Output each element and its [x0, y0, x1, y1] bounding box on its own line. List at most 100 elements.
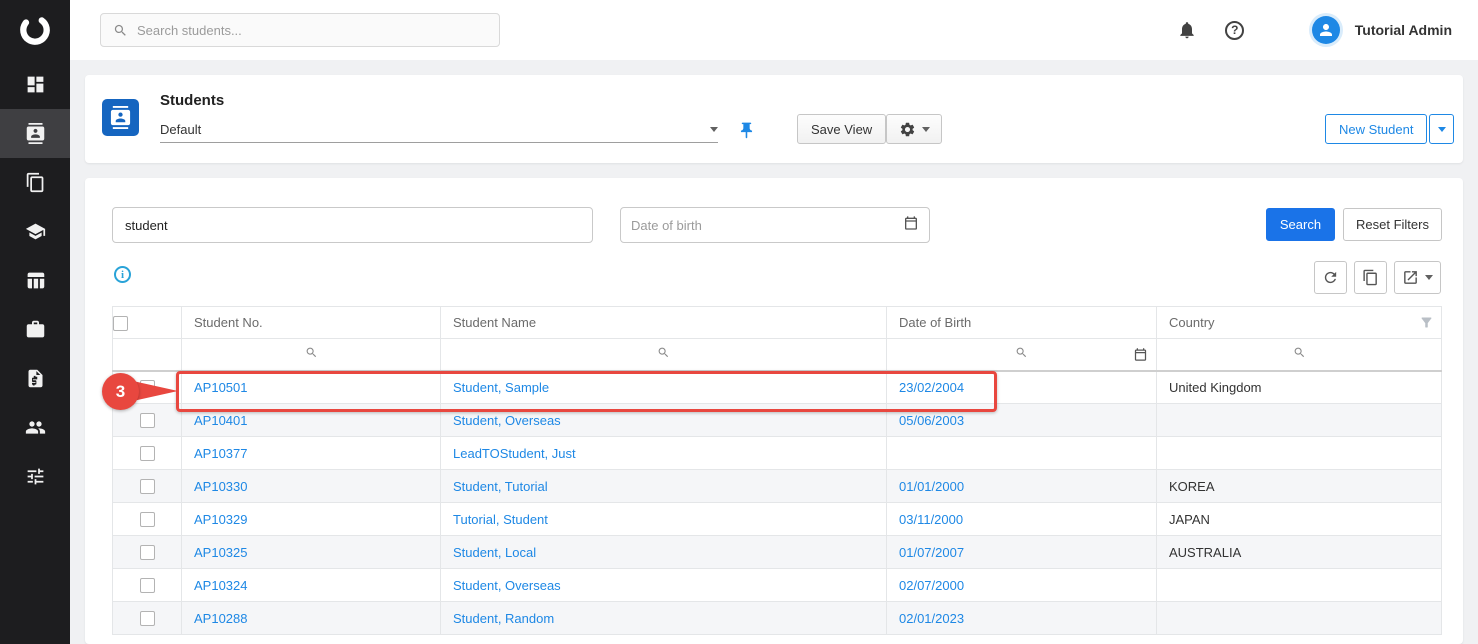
- view-settings-button[interactable]: [886, 114, 942, 144]
- user-name[interactable]: Tutorial Admin: [1355, 22, 1452, 38]
- avatar-person-icon: [1312, 16, 1340, 44]
- students-module-icon: [102, 99, 139, 136]
- row-checkbox[interactable]: [140, 578, 155, 593]
- search-icon: [657, 346, 670, 359]
- global-search-input[interactable]: [137, 23, 487, 38]
- student-name-cell: LeadTOStudent, Just: [441, 437, 887, 470]
- student-no-link[interactable]: AP10330: [194, 479, 248, 494]
- save-view-button[interactable]: Save View: [797, 114, 886, 144]
- filter-funnel-icon[interactable]: [1419, 315, 1434, 330]
- student-name-link[interactable]: Tutorial, Student: [453, 512, 548, 527]
- column-header-student-name[interactable]: Student Name: [441, 307, 887, 339]
- student-no-link[interactable]: AP10501: [194, 380, 248, 395]
- sidebar-item-invoices[interactable]: [0, 354, 70, 403]
- filter-cell-dob[interactable]: [887, 339, 1157, 371]
- student-no-cell: AP10324: [182, 569, 441, 602]
- country-cell: [1157, 569, 1442, 602]
- student-name-link[interactable]: Student, Random: [453, 611, 554, 626]
- dob-link[interactable]: 01/01/2000: [899, 479, 964, 494]
- filter-cell-student-no[interactable]: [182, 339, 441, 371]
- sidebar-item-settings[interactable]: [0, 452, 70, 501]
- help-button[interactable]: ?: [1219, 14, 1251, 46]
- student-no-link[interactable]: AP10401: [194, 413, 248, 428]
- avatar[interactable]: [1309, 13, 1343, 47]
- sidebar-item-courses[interactable]: [0, 207, 70, 256]
- dob-link[interactable]: 01/07/2007: [899, 545, 964, 560]
- row-checkbox[interactable]: [140, 413, 155, 428]
- search-icon: [305, 346, 318, 359]
- student-no-link[interactable]: AP10329: [194, 512, 248, 527]
- row-checkbox[interactable]: [140, 479, 155, 494]
- row-checkbox[interactable]: [140, 446, 155, 461]
- column-header-dob[interactable]: Date of Birth: [887, 307, 1157, 339]
- country-cell: [1157, 404, 1442, 437]
- student-no-link[interactable]: AP10324: [194, 578, 248, 593]
- keyword-filter-input[interactable]: [112, 207, 593, 243]
- sidebar-item-agents[interactable]: [0, 403, 70, 452]
- country-cell: [1157, 602, 1442, 635]
- column-header-country[interactable]: Country: [1157, 307, 1442, 339]
- row-checkbox[interactable]: [140, 611, 155, 626]
- dob-link[interactable]: 23/02/2004: [899, 380, 964, 395]
- export-button[interactable]: [1394, 261, 1441, 294]
- dob-cell: 05/06/2003: [887, 404, 1157, 437]
- dob-link[interactable]: 02/07/2000: [899, 578, 964, 593]
- notifications-button[interactable]: [1171, 14, 1203, 46]
- calendar-icon[interactable]: [903, 215, 919, 236]
- row-checkbox[interactable]: [140, 512, 155, 527]
- copy-grid-button[interactable]: [1354, 261, 1387, 294]
- page-title: Students: [160, 92, 224, 109]
- sidebar-item-documents[interactable]: [0, 158, 70, 207]
- table-row: AP10401 Student, Overseas 05/06/2003: [113, 404, 1442, 437]
- student-name-link[interactable]: Student, Local: [453, 545, 536, 560]
- dob-cell: [887, 437, 1157, 470]
- filter-cell-student-name[interactable]: [441, 339, 887, 371]
- table-header-row: Student No. Student Name Date of Birth C…: [113, 307, 1442, 339]
- table-row: AP10288 Student, Random 02/01/2023: [113, 602, 1442, 635]
- column-header-student-no[interactable]: Student No.: [182, 307, 441, 339]
- table-row: AP10501Student, Sample23/02/2004United K…: [113, 371, 1442, 404]
- sidebar-nav: [0, 60, 70, 501]
- students-table-body: AP10501Student, Sample23/02/2004United K…: [113, 371, 1442, 635]
- student-no-cell: AP10325: [182, 536, 441, 569]
- dob-cell: 02/01/2023: [887, 602, 1157, 635]
- dob-link[interactable]: 02/01/2023: [899, 611, 964, 626]
- sidebar-item-dashboard[interactable]: [0, 60, 70, 109]
- student-no-link[interactable]: AP10377: [194, 446, 248, 461]
- search-button[interactable]: Search: [1266, 208, 1335, 241]
- sidebar-item-tables[interactable]: [0, 256, 70, 305]
- info-icon[interactable]: i: [114, 266, 131, 283]
- row-checkbox-cell: [113, 470, 182, 503]
- pin-view-button[interactable]: [733, 117, 759, 143]
- student-name-link[interactable]: Student, Overseas: [453, 413, 561, 428]
- sidebar-item-students[interactable]: [0, 109, 70, 158]
- chevron-down-icon: [1438, 127, 1446, 132]
- dob-filter-input[interactable]: [631, 218, 903, 233]
- gear-icon: [899, 121, 916, 138]
- country-text: JAPAN: [1169, 512, 1210, 527]
- dob-filter-field: [620, 207, 930, 243]
- pin-icon: [737, 121, 756, 140]
- row-checkbox[interactable]: [140, 545, 155, 560]
- reset-filters-button[interactable]: Reset Filters: [1343, 208, 1442, 241]
- student-no-link[interactable]: AP10325: [194, 545, 248, 560]
- sidebar-item-employers[interactable]: [0, 305, 70, 354]
- student-name-link[interactable]: Student, Sample: [453, 380, 549, 395]
- students-table: Student No. Student Name Date of Birth C…: [112, 306, 1441, 635]
- student-no-link[interactable]: AP10288: [194, 611, 248, 626]
- student-name-link[interactable]: Student, Overseas: [453, 578, 561, 593]
- app-logo[interactable]: [0, 0, 70, 60]
- dob-link[interactable]: 03/11/2000: [899, 512, 963, 527]
- view-selector[interactable]: Default: [160, 117, 718, 143]
- student-name-link[interactable]: Student, Tutorial: [453, 479, 548, 494]
- calendar-icon[interactable]: [1133, 347, 1148, 365]
- refresh-button[interactable]: [1314, 261, 1347, 294]
- students-icon: [25, 123, 46, 144]
- new-student-button[interactable]: New Student: [1325, 114, 1427, 144]
- filter-cell-country[interactable]: [1157, 339, 1442, 371]
- student-name-link[interactable]: LeadTOStudent, Just: [453, 446, 576, 461]
- dob-link[interactable]: 05/06/2003: [899, 413, 964, 428]
- annotation-callout-arrow: [133, 381, 178, 401]
- new-student-dropdown-button[interactable]: [1429, 114, 1454, 144]
- select-all-checkbox[interactable]: [113, 316, 128, 331]
